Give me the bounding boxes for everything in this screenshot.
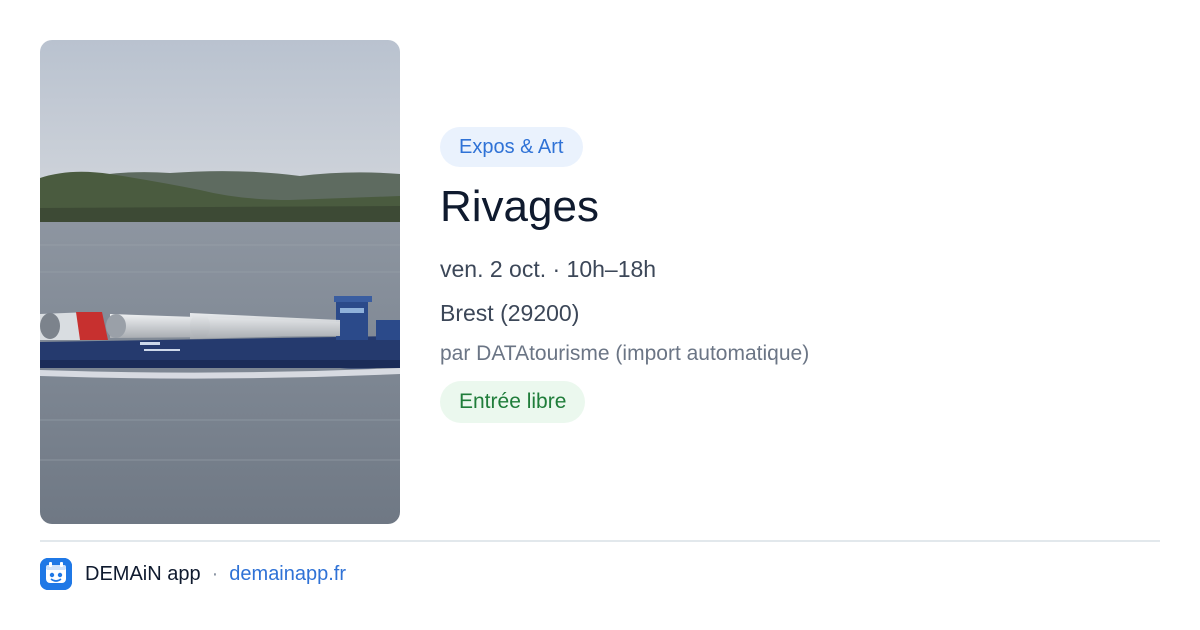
category-chip[interactable]: Expos & Art [440, 127, 583, 167]
event-image [40, 40, 400, 524]
footer: DEMAiN app · demainapp.fr [40, 558, 346, 590]
event-photo [40, 40, 400, 524]
event-location: Brest (29200) [440, 300, 580, 326]
event-title: Rivages [440, 182, 599, 231]
event-source: par DATAtourisme (import automatique) [440, 342, 810, 365]
event-info: Expos & Art Rivages ven. 2 oct. · 10h–18… [440, 127, 1160, 423]
price-badge: Entrée libre [440, 381, 586, 423]
footer-divider [40, 540, 1160, 542]
event-datetime: ven. 2 oct. · 10h–18h [440, 256, 657, 282]
footer-separator: · [211, 562, 219, 585]
site-link[interactable]: demainapp.fr [229, 563, 346, 586]
app-logo-icon [40, 558, 72, 590]
app-name: DEMAiN app [85, 562, 201, 585]
